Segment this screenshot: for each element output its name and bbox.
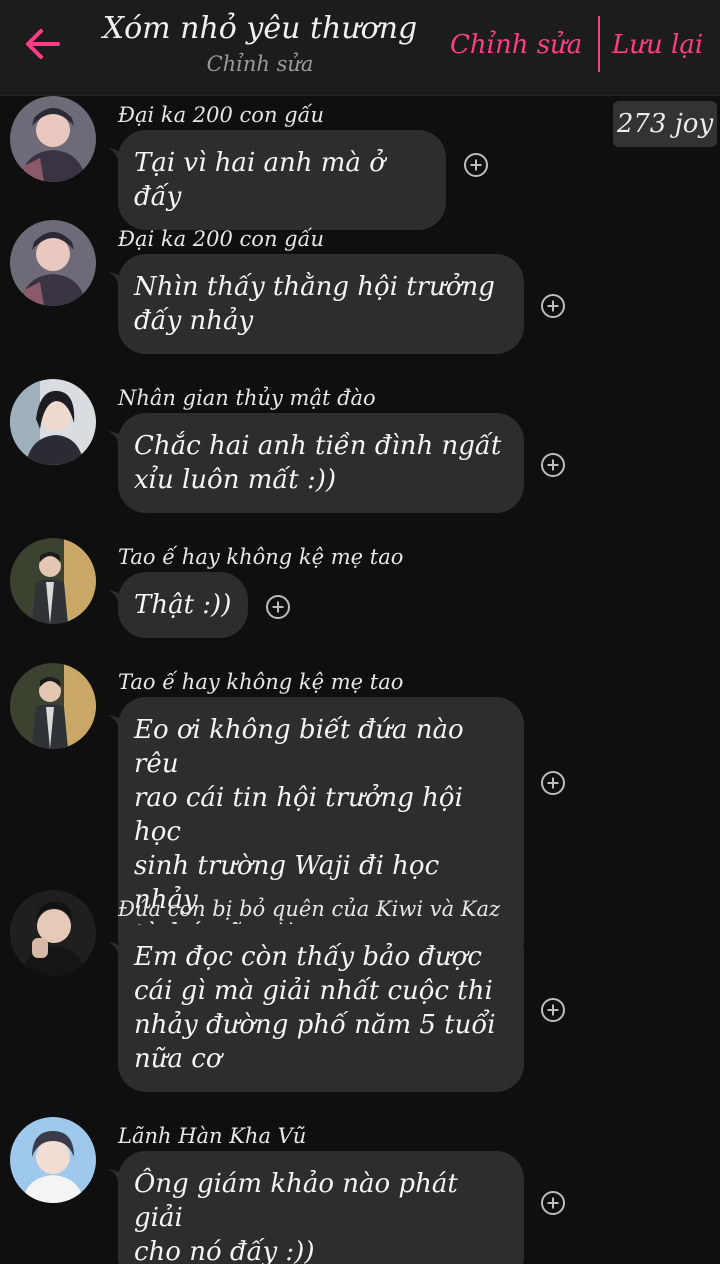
message-bubble[interactable]: Ông giám khảo nào phát giải cho nó đấy :…	[118, 1151, 524, 1264]
joy-count-badge: 273 joy	[613, 101, 717, 147]
avatar[interactable]	[10, 538, 96, 624]
add-reaction-icon[interactable]	[539, 292, 567, 320]
avatar[interactable]	[10, 1117, 96, 1203]
sender-name: Đại ka 200 con gấu	[118, 227, 324, 251]
title-block: Xóm nhỏ yêu thương Chỉnh sửa	[100, 10, 420, 78]
chat-subtitle: Chỉnh sửa	[206, 52, 314, 76]
sender-name: Tao ế hay không kệ mẹ tao	[118, 670, 404, 694]
chat-title: Xóm nhỏ yêu thương	[102, 11, 418, 46]
add-reaction-icon[interactable]	[539, 1189, 567, 1217]
message-bubble[interactable]: Nhìn thấy thằng hội trưởng đấy nhảy	[118, 254, 524, 354]
add-reaction-icon[interactable]	[539, 451, 567, 479]
message-bubble[interactable]: Em đọc còn thấy bảo được cái gì mà giải …	[118, 924, 524, 1092]
sender-name: Tao ế hay không kệ mẹ tao	[118, 545, 404, 569]
add-reaction-icon[interactable]	[462, 151, 490, 179]
header-divider	[598, 16, 600, 72]
message-bubble[interactable]: Thật :))	[118, 572, 248, 638]
sender-name: Lãnh Hàn Kha Vũ	[118, 1124, 307, 1148]
add-reaction-icon[interactable]	[264, 593, 292, 621]
back-arrow-icon[interactable]	[20, 24, 64, 64]
edit-button[interactable]: Chỉnh sửa	[450, 28, 582, 62]
add-reaction-icon[interactable]	[539, 996, 567, 1024]
message-bubble[interactable]: Tại vì hai anh mà ở đấy	[118, 130, 446, 230]
avatar[interactable]	[10, 220, 96, 306]
avatar[interactable]	[10, 379, 96, 465]
sender-name: Nhân gian thủy mật đào	[118, 386, 376, 410]
message-bubble[interactable]: Chắc hai anh tiền đình ngất xỉu luôn mất…	[118, 413, 524, 513]
add-reaction-icon[interactable]	[539, 769, 567, 797]
sender-name: Đứa con bị bỏ quên của Kiwi và Kaz	[118, 897, 501, 921]
avatar[interactable]	[10, 96, 96, 182]
sender-name: Đại ka 200 con gấu	[118, 103, 324, 127]
avatar[interactable]	[10, 890, 96, 976]
top-app-bar: Xóm nhỏ yêu thương Chỉnh sửa Chỉnh sửa L…	[0, 0, 720, 96]
save-button[interactable]: Lưu lại	[612, 28, 703, 62]
avatar[interactable]	[10, 663, 96, 749]
